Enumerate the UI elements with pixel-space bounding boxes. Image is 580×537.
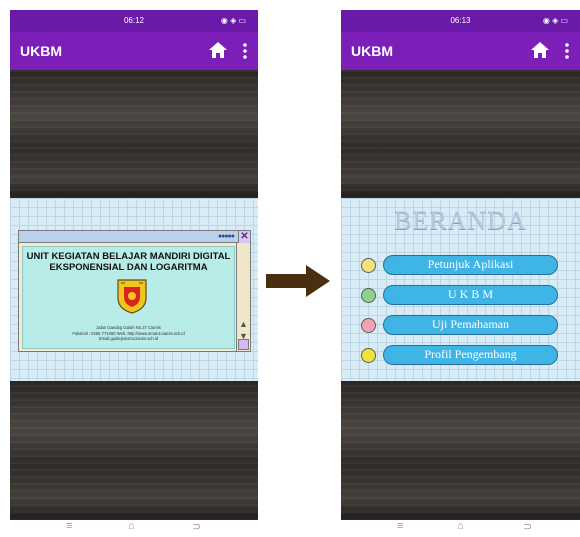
status-icons: ◉ ◈ ▭ [220, 16, 246, 25]
home-nav-icon[interactable]: ⌂ [457, 520, 464, 532]
cover-heading: UNIT KEGIATAN BELAJAR MANDIRI DIGITAL EK… [26, 251, 231, 273]
menu-bullet [361, 318, 376, 333]
system-navbar-right: ≡ ⌂ ⊃ [341, 520, 580, 537]
menu-item-petunjuk: Petunjuk Aplikasi [361, 255, 571, 275]
app-title: UKBM [351, 43, 393, 59]
status-bar: 06:13 ◉ ◈ ▭ [341, 10, 580, 32]
menu-bullet [361, 348, 376, 363]
scroll-up-icon[interactable]: ▲ [239, 319, 248, 329]
phone-screen-right: 06:13 ◉ ◈ ▭ UKBM BERANDA Petunjuk Aplika… [341, 10, 580, 520]
menu-bullet [361, 288, 376, 303]
scroll-thumb[interactable] [238, 339, 249, 350]
back-icon[interactable]: ⊃ [523, 520, 532, 533]
app-bar: UKBM [341, 32, 580, 70]
back-icon[interactable]: ⊃ [192, 520, 201, 533]
wood-background-top [10, 70, 258, 198]
menu-bullet [361, 258, 376, 273]
menu-item-uji: Uji Pemahaman [361, 315, 571, 335]
petunjuk-aplikasi-button[interactable]: Petunjuk Aplikasi [383, 255, 558, 275]
transition-arrow-icon [266, 265, 330, 297]
wood-background-bottom [10, 381, 258, 520]
status-icons: ◉ ◈ ▭ [542, 16, 568, 25]
profil-pengembang-button[interactable]: Profil Pengembang [383, 345, 558, 365]
school-logo-icon [117, 279, 147, 314]
page-title: BERANDA [394, 206, 527, 235]
recents-icon[interactable]: ≡ [66, 520, 72, 532]
window-dots-icon: ●●●●● [217, 233, 235, 240]
wood-background-bottom [341, 381, 580, 520]
cover-window: ●●●●● ✕ UNIT KEGIATAN BELAJAR MANDIRI DI… [18, 230, 251, 352]
app-title: UKBM [20, 43, 62, 59]
home-icon[interactable] [208, 41, 228, 59]
home-icon[interactable] [530, 41, 550, 59]
phone-screen-left: 06:12 ◉ ◈ ▭ UKBM ●●●●● ✕ UNIT KEGIATAN B… [10, 10, 258, 520]
home-nav-icon[interactable]: ⌂ [128, 520, 135, 532]
cover-content: UNIT KEGIATAN BELAJAR MANDIRI DIGITAL EK… [22, 246, 235, 349]
status-bar: 06:12 ◉ ◈ ▭ [10, 10, 258, 32]
menu-item-ukbm: U K B M [361, 285, 571, 305]
wood-background-top [341, 70, 580, 198]
recents-icon[interactable]: ≡ [397, 520, 403, 532]
grid-panel: BERANDA Petunjuk Aplikasi U K B M Uji Pe… [341, 198, 580, 381]
app-bar: UKBM [10, 32, 258, 70]
scrollbar[interactable]: ▲ ▼ [236, 243, 250, 351]
window-titlebar: ●●●●● ✕ [19, 231, 250, 243]
cover-address: Jalan Gandog Galuh No.37 Ciamis Faksimil… [72, 325, 185, 341]
system-navbar-left: ≡ ⌂ ⊃ [10, 520, 258, 537]
ukbm-button[interactable]: U K B M [383, 285, 558, 305]
close-icon[interactable]: ✕ [238, 231, 250, 243]
more-options-icon[interactable] [242, 42, 248, 60]
menu-item-profil: Profil Pengembang [361, 345, 571, 365]
uji-pemahaman-button[interactable]: Uji Pemahaman [383, 315, 558, 335]
more-options-icon[interactable] [564, 42, 570, 60]
grid-panel: ●●●●● ✕ UNIT KEGIATAN BELAJAR MANDIRI DI… [10, 198, 258, 381]
